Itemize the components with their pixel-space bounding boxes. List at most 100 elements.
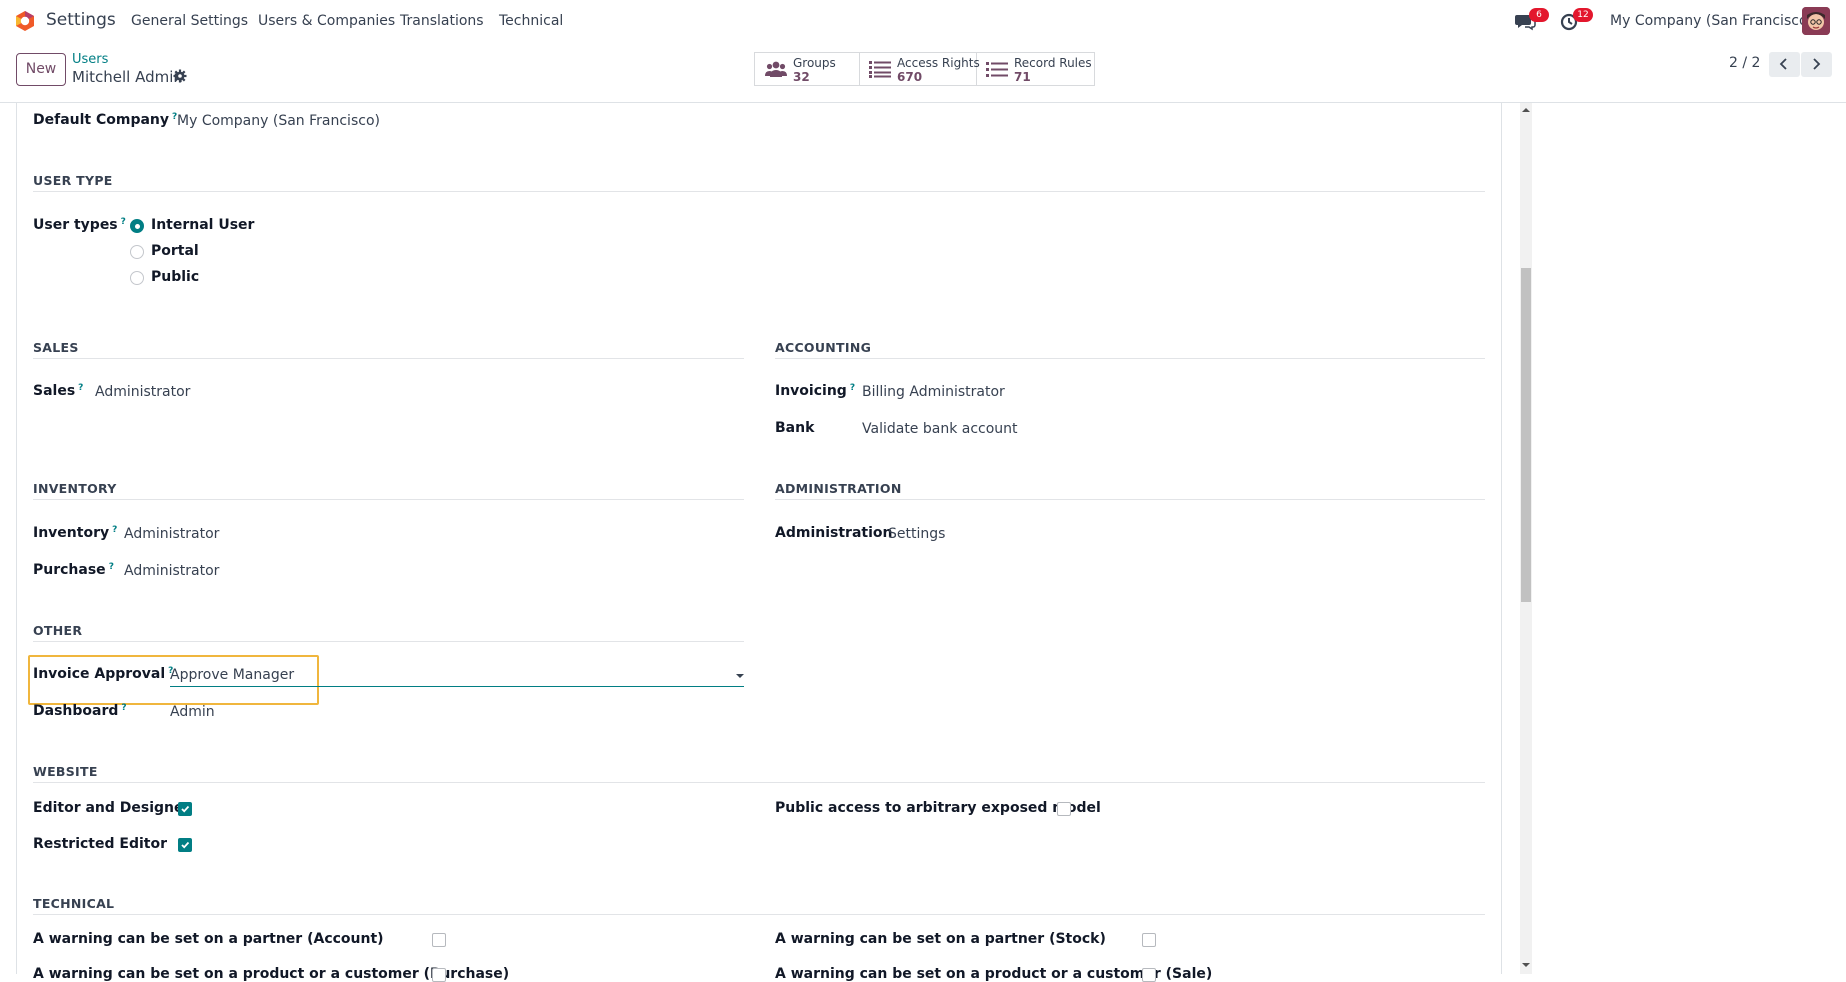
user-types-label: User types? [33, 217, 126, 233]
inventory-label: Inventory? [33, 525, 118, 541]
radio-portal[interactable] [130, 245, 144, 259]
gear-icon[interactable] [173, 69, 187, 83]
warn-partner-stock-checkbox[interactable] [1142, 933, 1156, 947]
warn-partner-account-label: A warning can be set on a partner (Accou… [33, 931, 384, 947]
sales-value[interactable]: Administrator [95, 384, 190, 400]
messages-badge: 6 [1529, 8, 1549, 22]
groups-stat-label: Groups [793, 56, 836, 70]
warn-product-purchase-checkbox[interactable] [432, 968, 446, 982]
default-company-value[interactable]: My Company (San Francisco) [177, 113, 380, 129]
purchase-label: Purchase? [33, 562, 114, 578]
pager-value[interactable]: 2 / 2 [1729, 55, 1760, 71]
users-icon [765, 61, 787, 77]
menu-users-companies[interactable]: Users & Companies [258, 13, 395, 29]
company-switcher[interactable]: My Company (San Francisco) [1610, 13, 1813, 29]
section-title-website: WEBSITE [33, 764, 98, 779]
record-rules-stat-label: Record Rules [1014, 56, 1092, 70]
editor-designer-label: Editor and Designer [33, 800, 191, 816]
administration-value[interactable]: Settings [888, 526, 945, 542]
restricted-editor-label: Restricted Editor [33, 836, 167, 852]
breadcrumb-current: Mitchell Admin [72, 68, 183, 86]
dashboard-value[interactable]: Admin [170, 704, 215, 720]
scrollbar-thumb[interactable] [1521, 268, 1531, 602]
bank-value[interactable]: Validate bank account [862, 421, 1018, 437]
inventory-value[interactable]: Administrator [124, 526, 219, 542]
invoicing-label: Invoicing? [775, 383, 856, 399]
groups-stat-button[interactable]: Groups 32 [755, 53, 860, 85]
help-tooltip-icon[interactable]: ? [121, 703, 126, 713]
section-title-technical: TECHNICAL [33, 896, 115, 911]
purchase-value[interactable]: Administrator [124, 563, 219, 579]
select-underline [170, 686, 744, 687]
section-divider [33, 914, 1485, 915]
dashboard-label: Dashboard? [33, 703, 127, 719]
list-icon [986, 62, 1008, 77]
radio-internal-user[interactable] [130, 219, 144, 233]
invoice-approval-select[interactable]: Approve Manager [170, 667, 294, 683]
user-avatar[interactable] [1802, 7, 1830, 35]
top-navbar: Settings General Settings Users & Compan… [0, 0, 1846, 41]
section-divider [33, 782, 1485, 783]
section-divider [775, 358, 1485, 359]
section-title-inventory: INVENTORY [33, 481, 117, 496]
warn-partner-account-checkbox[interactable] [432, 933, 446, 947]
section-divider [33, 499, 744, 500]
checkmark-icon [181, 841, 190, 849]
caret-down-icon[interactable] [736, 673, 744, 679]
radio-label-internal-user[interactable]: Internal User [151, 217, 254, 233]
record-rules-stat-value: 71 [1014, 70, 1031, 84]
app-logo-icon[interactable] [14, 10, 36, 32]
warn-partner-stock-label: A warning can be set on a partner (Stock… [775, 931, 1106, 947]
public-access-checkbox[interactable] [1057, 802, 1071, 816]
activity-badge: 12 [1573, 8, 1593, 22]
invoice-approval-label: Invoice Approval? [33, 666, 174, 682]
editor-designer-checkbox[interactable] [178, 802, 192, 816]
pager-previous-button[interactable] [1769, 52, 1800, 77]
scroll-down-icon[interactable] [1521, 960, 1531, 970]
radio-public[interactable] [130, 271, 144, 285]
radio-label-portal[interactable]: Portal [151, 243, 199, 259]
control-panel: New Users Mitchell Admin Groups 32 Acces… [0, 41, 1846, 103]
checkmark-icon [181, 805, 190, 813]
radio-label-public[interactable]: Public [151, 269, 199, 285]
scroll-up-icon[interactable] [1521, 105, 1531, 115]
section-divider [33, 641, 744, 642]
menu-technical[interactable]: Technical [499, 13, 563, 29]
section-title-accounting: ACCOUNTING [775, 340, 872, 355]
warn-product-sale-checkbox[interactable] [1142, 968, 1156, 982]
app-name[interactable]: Settings [46, 10, 116, 30]
help-tooltip-icon[interactable]: ? [850, 383, 855, 393]
form-sheet [16, 103, 1502, 974]
groups-stat-value: 32 [793, 70, 810, 84]
public-access-label: Public access to arbitrary exposed model [775, 800, 1101, 816]
section-divider [33, 358, 744, 359]
section-title-other: OTHER [33, 623, 83, 638]
default-company-label: Default Company? [33, 112, 178, 128]
chevron-right-icon [1813, 58, 1821, 70]
section-title-administration: ADMINISTRATION [775, 481, 902, 496]
administration-label: Administration [775, 525, 893, 541]
sales-label: Sales? [33, 383, 84, 399]
section-divider [775, 499, 1485, 500]
help-tooltip-icon[interactable]: ? [109, 562, 114, 572]
help-tooltip-icon[interactable]: ? [78, 383, 83, 393]
record-rules-stat-button[interactable]: Record Rules 71 [976, 53, 1094, 85]
help-tooltip-icon[interactable]: ? [121, 217, 126, 227]
menu-translations[interactable]: Translations [400, 13, 484, 29]
help-tooltip-icon[interactable]: ? [112, 525, 117, 535]
restricted-editor-checkbox[interactable] [178, 838, 192, 852]
access-rights-stat-value: 670 [897, 70, 923, 84]
pager-next-button[interactable] [1801, 52, 1832, 77]
new-button[interactable]: New [16, 53, 66, 86]
smart-buttons: Groups 32 Access Rights 670 Record Rules… [754, 52, 1095, 86]
access-rights-stat-button[interactable]: Access Rights 670 [859, 53, 980, 85]
menu-general-settings[interactable]: General Settings [131, 13, 248, 29]
section-title-user-type: USER TYPE [33, 173, 113, 188]
breadcrumb-users[interactable]: Users [72, 52, 108, 67]
section-title-sales: SALES [33, 340, 79, 355]
chevron-left-icon [1779, 58, 1787, 70]
bank-label: Bank [775, 420, 815, 436]
section-divider [33, 191, 1485, 192]
list-icon [869, 61, 891, 78]
invoicing-value[interactable]: Billing Administrator [862, 384, 1005, 400]
